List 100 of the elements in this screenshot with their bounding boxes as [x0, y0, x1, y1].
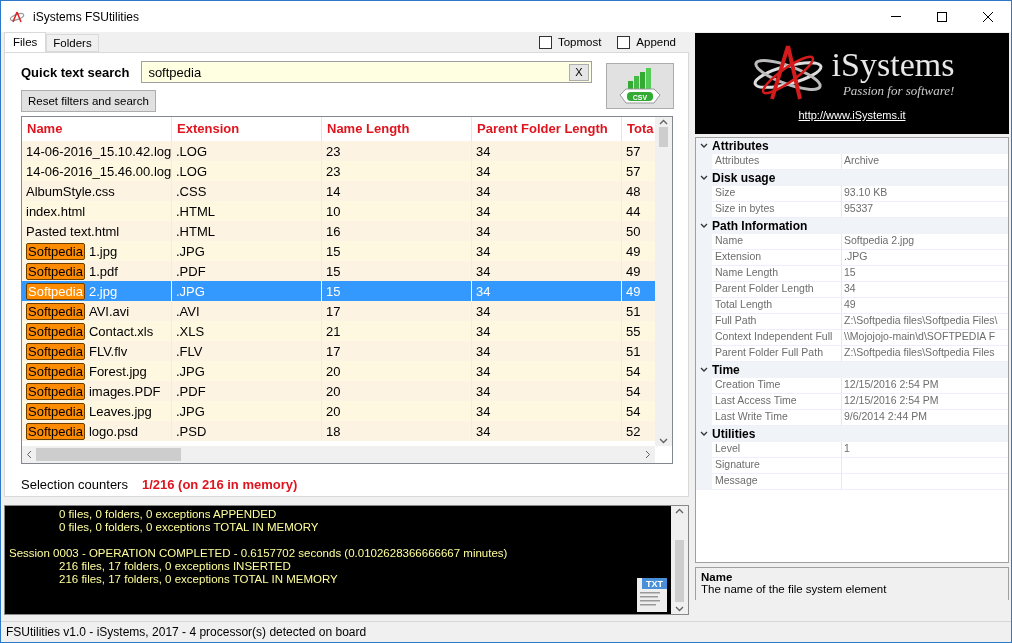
log-line: 216 files, 17 folders, 0 exceptions INSERTED [59, 560, 291, 572]
table-cell: .HTML [176, 223, 215, 239]
table-cell: 15 [326, 243, 341, 259]
property-name: Level [712, 442, 842, 458]
table-cell: .CSS [176, 183, 207, 199]
table-row[interactable]: Pasted text.html .HTML 16 34 50 [22, 221, 655, 241]
table-row[interactable]: Softpedia Leaves.jpg .JPG 20 34 54 [22, 401, 655, 421]
table-row[interactable]: Softpedia FLV.flv .FLV 17 34 51 [22, 341, 655, 361]
match-highlight: Softpedia [26, 302, 85, 320]
text-file-icon[interactable]: TXT [637, 578, 667, 612]
property-value[interactable]: .JPG [842, 250, 1008, 266]
property-value[interactable]: Z:\Softpedia files\Softpedia Files\ [842, 314, 1008, 330]
website-link[interactable]: http://www.iSystems.it [798, 109, 906, 121]
log-line: Session 0003 - OPERATION COMPLETED - 0.6157702 seconds (0.0102628366666667 minutes) [9, 547, 508, 559]
table-row[interactable]: Softpedia images.PDF .PDF 20 34 54 [22, 381, 655, 401]
table-row[interactable]: Softpedia Forest.jpg .JPG 20 34 54 [22, 361, 655, 381]
table-row[interactable]: Softpedia 1.pdf .PDF 15 34 49 [22, 261, 655, 281]
property-value[interactable]: 95337 [842, 202, 1008, 218]
scroll-left-icon[interactable] [26, 450, 32, 459]
property-name: Last Write Time [712, 410, 842, 426]
property-value[interactable]: 12/15/2016 2:54 PM [842, 378, 1008, 394]
property-name: Size in bytes [712, 202, 842, 218]
category-title: Time [712, 363, 740, 377]
app-logo-icon [9, 10, 25, 23]
table-cell: 34 [476, 363, 491, 379]
property-value[interactable]: 1 [842, 442, 1008, 458]
table-cell: 14 [326, 183, 341, 199]
property-name: Size [712, 186, 842, 202]
property-name: Message [712, 474, 842, 490]
table-row[interactable]: Softpedia Contact.xls .XLS 21 34 55 [22, 321, 655, 341]
scroll-down-icon[interactable] [659, 438, 668, 444]
property-value[interactable]: Archive [842, 154, 1008, 170]
search-field[interactable]: softpedia X [141, 61, 592, 83]
chevron-down-icon[interactable] [700, 223, 708, 229]
property-name: Extension [712, 250, 842, 266]
table-cell: 54 [626, 403, 641, 419]
scroll-right-icon[interactable] [645, 450, 651, 459]
property-name: Parent Folder Full Path [712, 346, 842, 362]
property-value[interactable]: Z:\Softpedia files\Softpedia Files [842, 346, 1008, 362]
scroll-down-icon[interactable] [675, 606, 684, 612]
counters-value: 1/216 (on 216 in memory) [141, 477, 298, 492]
table-cell: 34 [476, 143, 491, 159]
property-value[interactable]: 34 [842, 282, 1008, 298]
scrollbar-thumb[interactable] [659, 127, 668, 147]
table-row[interactable]: Softpedia 2.jpg .JPG 15 34 49 [22, 281, 655, 301]
category-title: Disk usage [712, 171, 776, 185]
scrollbar-thumb[interactable] [675, 540, 684, 602]
table-cell: Pasted text.html [26, 223, 120, 239]
table-cell: index.html [26, 203, 86, 219]
tab[interactable]: Folders [46, 34, 99, 52]
chevron-down-icon[interactable] [700, 367, 708, 373]
chevron-down-icon[interactable] [700, 143, 708, 149]
property-value[interactable]: 49 [842, 298, 1008, 314]
property-value[interactable]: 93.10 KB [842, 186, 1008, 202]
table-cell: 20 [326, 363, 341, 379]
table-row[interactable]: AlbumStyle.css .CSS 14 34 48 [22, 181, 655, 201]
checkbox[interactable] [538, 35, 552, 49]
table-cell: 57 [626, 143, 641, 159]
match-highlight: Softpedia [26, 262, 85, 280]
table-row[interactable]: Softpedia AVI.avi .AVI 17 34 51 [22, 301, 655, 321]
table-cell: .JPG [176, 243, 205, 259]
scrollbar-thumb[interactable] [36, 448, 181, 461]
table-row[interactable]: Softpedia 1.jpg .JPG 15 34 49 [22, 241, 655, 261]
property-name: Attributes [712, 154, 842, 170]
table-cell: 34 [476, 183, 491, 199]
table-cell: 15 [326, 263, 341, 279]
property-name: Name [712, 234, 842, 250]
property-value[interactable]: Softpedia 2.jpg [842, 234, 1008, 250]
table-cell: 34 [476, 383, 491, 399]
chevron-down-icon[interactable] [700, 175, 708, 181]
table-cell: .PSD [176, 423, 207, 439]
property-name: Creation Time [712, 378, 842, 394]
table-cell: 10 [326, 203, 341, 219]
table-row[interactable]: Softpedia logo.psd .PSD 18 34 52 [22, 421, 655, 441]
log-line: 0 files, 0 folders, 0 exceptions APPENDED [59, 508, 277, 520]
category-title: Path Information [712, 219, 808, 233]
property-name: Full Path [712, 314, 842, 330]
clear-button[interactable]: X [569, 63, 589, 81]
table-cell: 17 [326, 303, 341, 319]
table-cell: FLV.flv [88, 343, 128, 359]
table-row[interactable]: 14-06-2016_15.46.00.log .LOG 23 34 57 [22, 161, 655, 181]
property-value[interactable]: 12/15/2016 2:54 PM [842, 394, 1008, 410]
tab[interactable]: Files [4, 32, 47, 52]
table-cell: 49 [626, 283, 641, 299]
property-value[interactable]: \\Mojojojo-main\d\SOFTPEDIA F [842, 330, 1008, 346]
table-cell: 55 [626, 323, 641, 339]
description-text: The name of the file system element [701, 583, 888, 595]
reset-button[interactable]: Reset filters and search [21, 90, 156, 112]
property-value[interactable]: 9/6/2014 2:44 PM [842, 410, 1008, 426]
table-cell: logo.psd [88, 423, 139, 439]
scroll-up-icon[interactable] [675, 508, 684, 514]
scroll-up-icon[interactable] [659, 119, 668, 125]
chevron-down-icon[interactable] [700, 431, 708, 437]
table-cell: .LOG [176, 163, 208, 179]
match-highlight: Softpedia [26, 422, 85, 440]
table-row[interactable]: 14-06-2016_15.10.42.log .LOG 23 34 57 [22, 141, 655, 161]
property-value[interactable]: 15 [842, 266, 1008, 282]
checkbox[interactable] [617, 35, 631, 49]
table-row[interactable]: index.html .HTML 10 34 44 [22, 201, 655, 221]
table-cell: 15 [326, 283, 341, 299]
